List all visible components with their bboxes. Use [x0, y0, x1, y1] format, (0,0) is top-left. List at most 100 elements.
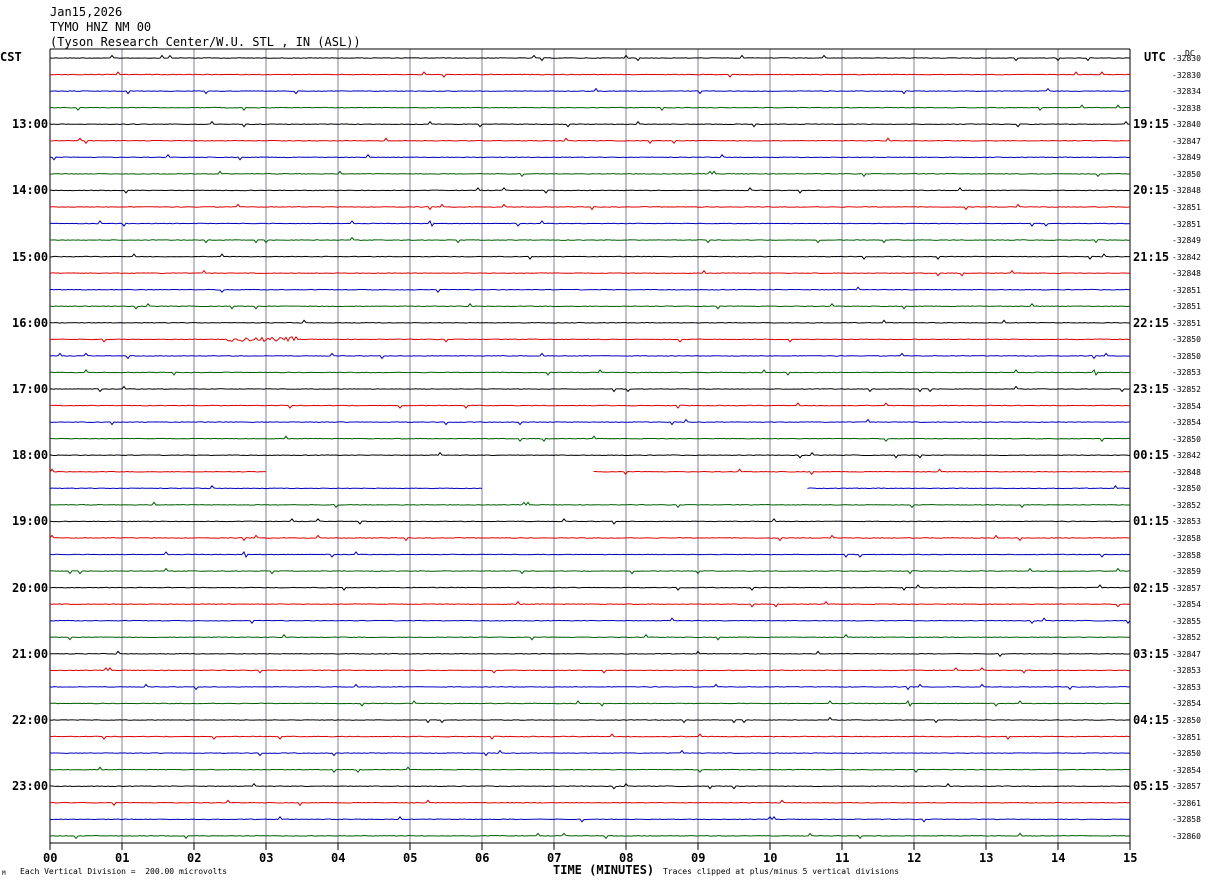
- trace-group: [49, 54, 1131, 840]
- trace-42-segment-0: [49, 749, 1131, 757]
- dc-offset-label: -32848: [1172, 186, 1201, 196]
- x-tick-label: 01: [115, 851, 130, 865]
- trace-6-segment-0: [49, 154, 1131, 161]
- trace-10-segment-0: [49, 220, 1131, 228]
- utc-hour-label: 01:15: [1133, 514, 1170, 529]
- cst-hour-label: 15:00: [12, 249, 49, 264]
- dc-offset-label: -32853: [1172, 517, 1201, 527]
- header-date: Jan15,2026: [50, 5, 123, 19]
- utc-hour-label: 23:15: [1133, 382, 1170, 396]
- x-tick-label: 13: [979, 851, 994, 865]
- trace-21-segment-0: [50, 402, 1131, 409]
- trace-36-segment-0: [49, 650, 1131, 658]
- dc-offset-label: -32852: [1172, 500, 1201, 510]
- minute-grid: [49, 48, 1131, 844]
- dc-offset-label: -32857: [1172, 583, 1201, 593]
- trace-44-segment-0: [49, 782, 1131, 790]
- cst-hour-label: 14:00: [12, 183, 49, 198]
- x-tick-label: 03: [259, 851, 274, 865]
- dc-offset-label: -32851: [1172, 219, 1201, 229]
- dc-offset-label: -32857: [1172, 782, 1201, 792]
- x-tick-label: 15: [1123, 851, 1138, 865]
- trace-33-segment-0: [49, 600, 1131, 608]
- dc-offset-label: -32852: [1172, 385, 1201, 394]
- dc-offset-label: -32838: [1172, 103, 1201, 113]
- dc-offset-label: -32855: [1172, 616, 1201, 626]
- trace-25-segment-1: [593, 468, 1130, 476]
- utc-hour-label: 22:15: [1133, 315, 1170, 330]
- trace-1-segment-0: [49, 71, 1131, 78]
- dc-offset-label: -32860: [1172, 831, 1201, 841]
- dc-offset-label: -32840: [1172, 120, 1201, 130]
- x-tick-label: 05: [403, 851, 418, 865]
- trace-17-segment-0: [49, 335, 1131, 343]
- trace-37-segment-0: [49, 667, 1131, 674]
- x-ticks: [49, 843, 1131, 850]
- footer-clip-note: Traces clipped at plus/minus 5 vertical …: [663, 867, 900, 876]
- cst-hour-label: 18:00: [12, 448, 49, 463]
- header-location: (Tyson Research Center/W.U. STL , IN (AS…: [50, 35, 361, 49]
- utc-hour-label: 20:15: [1133, 183, 1170, 198]
- cst-hour-label: 23:00: [12, 779, 49, 794]
- trace-13-segment-0: [49, 269, 1131, 277]
- utc-hour-label: 05:15: [1133, 779, 1170, 794]
- utc-hour-label: 21:15: [1133, 249, 1170, 264]
- dc-offset-label: -32848: [1172, 269, 1201, 279]
- trace-45-segment-0: [49, 799, 1131, 807]
- corner-mark: M: [2, 870, 6, 877]
- trace-11-segment-0: [49, 236, 1131, 244]
- dc-offset-label: -32851: [1172, 302, 1201, 312]
- trace-0-segment-0: [49, 54, 1131, 62]
- x-tick-label: 10: [763, 851, 778, 865]
- trace-14-segment-0: [49, 286, 1131, 294]
- trace-4-segment-0: [49, 120, 1131, 128]
- dc-offset-label: -32852: [1172, 633, 1201, 643]
- dc-offset-label: -32850: [1172, 716, 1201, 725]
- utc-hour-label: 02:15: [1133, 580, 1170, 595]
- trace-47-segment-0: [49, 832, 1131, 840]
- cst-hour-label: 16:00: [12, 315, 49, 330]
- trace-23-segment-0: [49, 435, 1131, 442]
- trace-9-segment-0: [49, 203, 1131, 211]
- dc-offset-label: -32853: [1172, 368, 1201, 378]
- dc-offset-label: -32858: [1172, 550, 1201, 560]
- trace-25-segment-0: [49, 468, 267, 473]
- trace-32-segment-0: [49, 584, 1131, 591]
- trace-27-segment-0: [49, 501, 1131, 509]
- dc-offset-label: -32849: [1172, 236, 1201, 246]
- trace-7-segment-0: [49, 170, 1131, 178]
- trace-3-segment-0: [49, 104, 1131, 111]
- dc-offset-label: -32851: [1172, 285, 1201, 295]
- trace-30-segment-0: [49, 551, 1131, 559]
- dc-offset-label: -32854: [1172, 418, 1201, 428]
- dc-offset-label: -32834: [1172, 87, 1201, 97]
- dc-offset-label: -32842: [1172, 252, 1201, 262]
- dc-offset-label: -32854: [1172, 699, 1201, 709]
- cst-hour-label: 17:00: [12, 382, 49, 396]
- dc-offset-label: -32842: [1172, 451, 1201, 461]
- trace-35-segment-0: [49, 633, 1131, 641]
- trace-43-segment-0: [49, 766, 1131, 773]
- dc-offset-label: -32851: [1172, 202, 1201, 212]
- trace-28-segment-0: [49, 518, 1131, 525]
- trace-39-segment-0: [49, 699, 1131, 707]
- trace-5-segment-0: [49, 137, 1131, 145]
- trace-22-segment-0: [49, 418, 1131, 426]
- left-timezone-label: CST: [0, 50, 22, 64]
- trace-46-segment-0: [49, 815, 1131, 823]
- cst-hour-label: 22:00: [12, 713, 49, 727]
- x-tick-label: 06: [475, 851, 490, 865]
- trace-29-segment-0: [49, 534, 1131, 542]
- x-tick-label: 14: [1051, 851, 1066, 865]
- trace-15-segment-0: [49, 302, 1131, 310]
- trace-2-segment-0: [49, 87, 1131, 95]
- cst-hour-label: 13:00: [12, 117, 49, 132]
- x-tick-label: 02: [187, 851, 202, 865]
- x-tick-label: 09: [691, 851, 706, 865]
- dc-offset-label: -32851: [1172, 732, 1201, 742]
- utc-hour-label: 04:15: [1133, 713, 1170, 727]
- dc-offset-label: -32854: [1172, 401, 1201, 411]
- header-station: TYMO HNZ NM 00: [50, 20, 152, 34]
- dc-offset-label: -32850: [1172, 484, 1201, 494]
- trace-18-segment-0: [49, 352, 1131, 360]
